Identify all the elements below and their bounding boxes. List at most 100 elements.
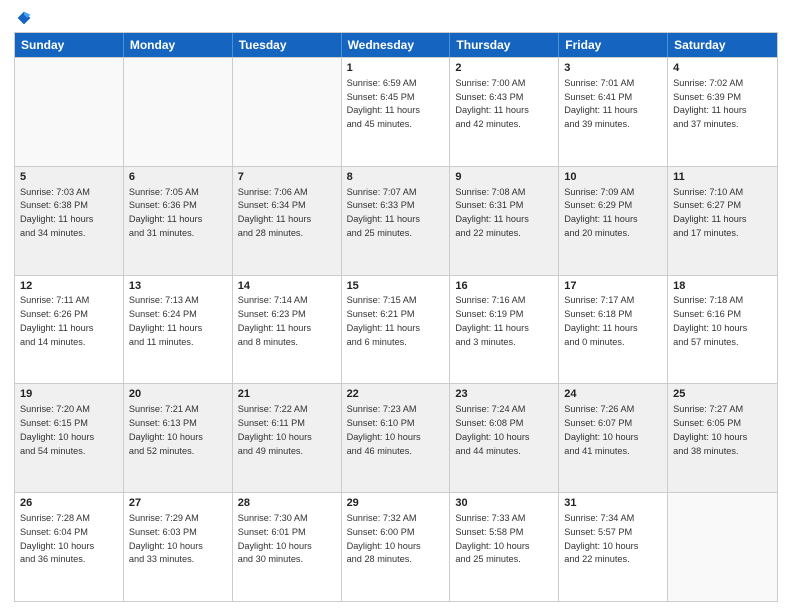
day-number: 15	[347, 279, 445, 294]
cell-text: Sunrise: 7:07 AM Sunset: 6:33 PM Dayligh…	[347, 187, 420, 238]
cal-cell-r3c0: 19 Sunrise: 7:20 AM Sunset: 6:15 PM Dayli…	[15, 384, 124, 492]
day-number: 19	[20, 387, 118, 402]
cell-text: Sunrise: 6:59 AM Sunset: 6:45 PM Dayligh…	[347, 78, 420, 129]
cal-header-sunday: Sunday	[15, 33, 124, 57]
logo-icon	[16, 10, 32, 26]
day-number: 18	[673, 279, 772, 294]
day-number: 20	[129, 387, 227, 402]
cal-cell-r2c0: 12Sunrise: 7:11 AM Sunset: 6:26 PM Dayli…	[15, 276, 124, 384]
day-number: 3	[564, 61, 662, 76]
cal-cell-r1c3: 8 Sunrise: 7:07 AM Sunset: 6:33 PM Daylig…	[342, 167, 451, 275]
cell-text: Sunrise: 7:16 AM Sunset: 6:19 PM Dayligh…	[455, 295, 528, 346]
cal-week-3: 12Sunrise: 7:11 AM Sunset: 6:26 PM Dayli…	[15, 275, 777, 384]
cal-header-tuesday: Tuesday	[233, 33, 342, 57]
cal-cell-r3c4: 23Sunrise: 7:24 AM Sunset: 6:08 PM Dayli…	[450, 384, 559, 492]
day-number: 13	[129, 279, 227, 294]
cell-text: Sunrise: 7:27 AM Sunset: 6:05 PM Dayligh…	[673, 404, 747, 455]
day-number: 5	[20, 170, 118, 185]
day-number: 8	[347, 170, 445, 185]
cal-cell-r0c1	[124, 58, 233, 166]
day-number: 11	[673, 170, 772, 185]
cell-text: Sunrise: 7:11 AM Sunset: 6:26 PM Dayligh…	[20, 295, 93, 346]
cell-text: Sunrise: 7:26 AM Sunset: 6:07 PM Dayligh…	[564, 404, 638, 455]
cal-cell-r4c2: 28Sunrise: 7:30 AM Sunset: 6:01 PM Dayli…	[233, 493, 342, 601]
cell-text: Sunrise: 7:30 AM Sunset: 6:01 PM Dayligh…	[238, 513, 312, 564]
day-number: 25	[673, 387, 772, 402]
cal-cell-r1c1: 6 Sunrise: 7:05 AM Sunset: 6:36 PM Daylig…	[124, 167, 233, 275]
cell-text: Sunrise: 7:14 AM Sunset: 6:23 PM Dayligh…	[238, 295, 311, 346]
cell-text: Sunrise: 7:09 AM Sunset: 6:29 PM Dayligh…	[564, 187, 637, 238]
cell-text: Sunrise: 7:34 AM Sunset: 5:57 PM Dayligh…	[564, 513, 638, 564]
cal-cell-r1c2: 7 Sunrise: 7:06 AM Sunset: 6:34 PM Daylig…	[233, 167, 342, 275]
cal-header-wednesday: Wednesday	[342, 33, 451, 57]
day-number: 6	[129, 170, 227, 185]
cal-cell-r1c4: 9 Sunrise: 7:08 AM Sunset: 6:31 PM Daylig…	[450, 167, 559, 275]
cal-week-5: 26 Sunrise: 7:28 AM Sunset: 6:04 PM Dayli…	[15, 492, 777, 601]
cal-cell-r0c3: 1Sunrise: 6:59 AM Sunset: 6:45 PM Daylig…	[342, 58, 451, 166]
cell-text: Sunrise: 7:15 AM Sunset: 6:21 PM Dayligh…	[347, 295, 420, 346]
cell-text: Sunrise: 7:03 AM Sunset: 6:38 PM Dayligh…	[20, 187, 93, 238]
cell-text: Sunrise: 7:00 AM Sunset: 6:43 PM Dayligh…	[455, 78, 528, 129]
cal-cell-r4c4: 30Sunrise: 7:33 AM Sunset: 5:58 PM Dayli…	[450, 493, 559, 601]
day-number: 29	[347, 496, 445, 511]
day-number: 12	[20, 279, 118, 294]
cal-cell-r4c0: 26 Sunrise: 7:28 AM Sunset: 6:04 PM Dayli…	[15, 493, 124, 601]
cell-text: Sunrise: 7:21 AM Sunset: 6:13 PM Dayligh…	[129, 404, 203, 455]
cal-cell-r3c3: 22Sunrise: 7:23 AM Sunset: 6:10 PM Dayli…	[342, 384, 451, 492]
calendar: SundayMondayTuesdayWednesdayThursdayFrid…	[14, 32, 778, 602]
cell-text: Sunrise: 7:17 AM Sunset: 6:18 PM Dayligh…	[564, 295, 637, 346]
day-number: 9	[455, 170, 553, 185]
cell-text: Sunrise: 7:28 AM Sunset: 6:04 PM Dayligh…	[20, 513, 94, 564]
cal-cell-r1c0: 5 Sunrise: 7:03 AM Sunset: 6:38 PM Daylig…	[15, 167, 124, 275]
cell-text: Sunrise: 7:32 AM Sunset: 6:00 PM Dayligh…	[347, 513, 421, 564]
cal-cell-r3c2: 21Sunrise: 7:22 AM Sunset: 6:11 PM Dayli…	[233, 384, 342, 492]
cal-cell-r2c4: 16Sunrise: 7:16 AM Sunset: 6:19 PM Dayli…	[450, 276, 559, 384]
cal-header-thursday: Thursday	[450, 33, 559, 57]
cal-cell-r0c4: 2 Sunrise: 7:00 AM Sunset: 6:43 PM Daylig…	[450, 58, 559, 166]
cal-header-monday: Monday	[124, 33, 233, 57]
day-number: 10	[564, 170, 662, 185]
cal-cell-r0c2	[233, 58, 342, 166]
cal-week-1: 1Sunrise: 6:59 AM Sunset: 6:45 PM Daylig…	[15, 57, 777, 166]
cal-cell-r3c6: 25 Sunrise: 7:27 AM Sunset: 6:05 PM Dayli…	[668, 384, 777, 492]
day-number: 31	[564, 496, 662, 511]
day-number: 16	[455, 279, 553, 294]
day-number: 4	[673, 61, 772, 76]
cell-text: Sunrise: 7:06 AM Sunset: 6:34 PM Dayligh…	[238, 187, 311, 238]
cal-cell-r2c2: 14Sunrise: 7:14 AM Sunset: 6:23 PM Dayli…	[233, 276, 342, 384]
cal-week-4: 19 Sunrise: 7:20 AM Sunset: 6:15 PM Dayli…	[15, 383, 777, 492]
cal-cell-r2c6: 18Sunrise: 7:18 AM Sunset: 6:16 PM Dayli…	[668, 276, 777, 384]
cal-cell-r0c0	[15, 58, 124, 166]
cell-text: Sunrise: 7:33 AM Sunset: 5:58 PM Dayligh…	[455, 513, 529, 564]
day-number: 14	[238, 279, 336, 294]
day-number: 7	[238, 170, 336, 185]
cal-cell-r2c1: 13Sunrise: 7:13 AM Sunset: 6:24 PM Dayli…	[124, 276, 233, 384]
cell-text: Sunrise: 7:13 AM Sunset: 6:24 PM Dayligh…	[129, 295, 202, 346]
day-number: 2	[455, 61, 553, 76]
cell-text: Sunrise: 7:08 AM Sunset: 6:31 PM Dayligh…	[455, 187, 528, 238]
header	[14, 10, 778, 26]
day-number: 17	[564, 279, 662, 294]
cell-text: Sunrise: 7:10 AM Sunset: 6:27 PM Dayligh…	[673, 187, 746, 238]
cal-cell-r4c6	[668, 493, 777, 601]
day-number: 24	[564, 387, 662, 402]
cal-cell-r2c5: 17Sunrise: 7:17 AM Sunset: 6:18 PM Dayli…	[559, 276, 668, 384]
cell-text: Sunrise: 7:18 AM Sunset: 6:16 PM Dayligh…	[673, 295, 747, 346]
page: SundayMondayTuesdayWednesdayThursdayFrid…	[0, 0, 792, 612]
calendar-header-row: SundayMondayTuesdayWednesdayThursdayFrid…	[15, 33, 777, 57]
cell-text: Sunrise: 7:20 AM Sunset: 6:15 PM Dayligh…	[20, 404, 94, 455]
logo	[14, 10, 32, 26]
cal-cell-r2c3: 15Sunrise: 7:15 AM Sunset: 6:21 PM Dayli…	[342, 276, 451, 384]
cal-cell-r4c5: 31 Sunrise: 7:34 AM Sunset: 5:57 PM Dayli…	[559, 493, 668, 601]
cal-header-saturday: Saturday	[668, 33, 777, 57]
day-number: 21	[238, 387, 336, 402]
cal-cell-r1c6: 11 Sunrise: 7:10 AM Sunset: 6:27 PM Dayli…	[668, 167, 777, 275]
cal-cell-r3c1: 20 Sunrise: 7:21 AM Sunset: 6:13 PM Dayli…	[124, 384, 233, 492]
cal-cell-r4c3: 29 Sunrise: 7:32 AM Sunset: 6:00 PM Dayli…	[342, 493, 451, 601]
cell-text: Sunrise: 7:05 AM Sunset: 6:36 PM Dayligh…	[129, 187, 202, 238]
day-number: 26	[20, 496, 118, 511]
cal-cell-r0c5: 3 Sunrise: 7:01 AM Sunset: 6:41 PM Daylig…	[559, 58, 668, 166]
day-number: 27	[129, 496, 227, 511]
cell-text: Sunrise: 7:01 AM Sunset: 6:41 PM Dayligh…	[564, 78, 637, 129]
cal-header-friday: Friday	[559, 33, 668, 57]
